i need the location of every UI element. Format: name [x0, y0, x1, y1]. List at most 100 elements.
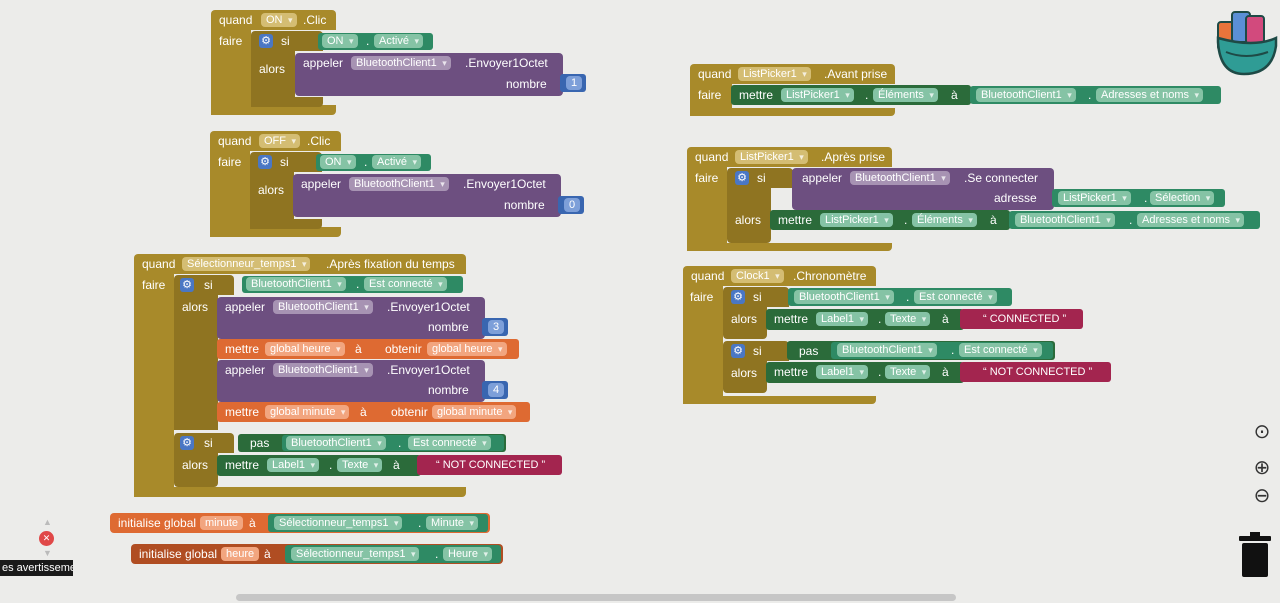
- gear-icon[interactable]: ⚙: [731, 290, 745, 304]
- arrow-up-icon[interactable]: ▲: [43, 518, 52, 527]
- set-component[interactable]: ListPicker1: [781, 88, 854, 102]
- number-value[interactable]: 0: [564, 198, 581, 212]
- getter-component[interactable]: BluetoothClient1: [286, 436, 386, 450]
- off-number-block[interactable]: 0: [558, 196, 584, 214]
- label-component[interactable]: Label1: [816, 365, 869, 379]
- set-property[interactable]: Éléments: [912, 213, 977, 227]
- timer-call-send-byte-4[interactable]: appeler BluetoothClient1 .Envoyer1Octet …: [217, 360, 485, 402]
- call-component[interactable]: BluetoothClient1: [349, 177, 449, 191]
- set-listpicker-elements[interactable]: mettre ListPicker1 . Éléments à: [731, 85, 971, 105]
- getter-property[interactable]: Est connecté: [408, 436, 491, 450]
- backpack-icon[interactable]: [1214, 8, 1278, 78]
- zoom-out-minus-icon[interactable]: ⊖: [1249, 484, 1275, 510]
- getter-property[interactable]: Heure: [443, 547, 492, 561]
- label-property[interactable]: Texte: [885, 365, 931, 379]
- set-label-text[interactable]: mettre Label1 . Texte à: [217, 455, 421, 476]
- set-listpicker-elements-2[interactable]: mettre ListPicker1 . Éléments à: [770, 210, 1010, 230]
- text-value[interactable]: “ NOT CONNECTED ”: [431, 458, 550, 472]
- text-value[interactable]: “ NOT CONNECTED ”: [978, 365, 1097, 379]
- off-enabled-getter[interactable]: ON . Activé: [316, 154, 431, 171]
- horizontal-scrollbar[interactable]: [236, 594, 956, 601]
- on-enabled-getter[interactable]: ON . Activé: [318, 33, 433, 50]
- off-call-send-byte[interactable]: appeler BluetoothClient1 .Envoyer1Octet …: [293, 174, 561, 217]
- gear-icon[interactable]: ⚙: [731, 344, 745, 358]
- trash-icon[interactable]: [1238, 532, 1272, 578]
- getter-property[interactable]: Minute: [426, 516, 479, 530]
- lp-after-if-block[interactable]: ⚙ si alors: [727, 168, 793, 243]
- set-global-heure[interactable]: mettre global heure à obtenir global heu…: [217, 339, 519, 359]
- getter-property[interactable]: Sélection: [1150, 191, 1215, 205]
- timer-connected-getter-2[interactable]: BluetoothClient1 . Est connecté: [282, 435, 504, 451]
- timer-connected-getter[interactable]: BluetoothClient1 . Est connecté: [242, 276, 463, 293]
- getter-property[interactable]: Activé: [374, 34, 423, 48]
- number-value[interactable]: 1: [566, 76, 583, 90]
- text-not-connected-block[interactable]: “ NOT CONNECTED ”: [417, 455, 562, 475]
- recenter-target-icon[interactable]: ⊙: [1249, 420, 1275, 446]
- off-component-dropdown[interactable]: OFF: [259, 134, 300, 148]
- bt-connect-call[interactable]: appeler BluetoothClient1 .Se connecter a…: [792, 168, 1054, 210]
- getter-property[interactable]: Adresses et noms: [1137, 213, 1245, 227]
- call-component[interactable]: BluetoothClient1: [273, 300, 373, 314]
- number-3-block[interactable]: 3: [482, 318, 508, 336]
- call-component[interactable]: BluetoothClient1: [273, 363, 373, 377]
- warnings-indicator[interactable]: ▲ ✕ ▼ es avertisseme: [0, 516, 75, 578]
- number-value[interactable]: 3: [488, 320, 505, 334]
- on-number-block[interactable]: 1: [560, 74, 586, 92]
- timer-component-dropdown[interactable]: Sélectionneur_temps1: [182, 257, 311, 271]
- set-variable-dropdown[interactable]: global heure: [265, 342, 345, 356]
- get-variable-dropdown[interactable]: global heure: [427, 342, 507, 356]
- getter-component[interactable]: ListPicker1: [1058, 191, 1131, 205]
- getter-component[interactable]: Sélectionneur_temps1: [274, 516, 403, 530]
- getter-component[interactable]: BluetoothClient1: [976, 88, 1076, 102]
- number-4-block[interactable]: 4: [482, 381, 508, 399]
- gear-icon[interactable]: ⚙: [735, 171, 749, 185]
- gear-icon[interactable]: ⚙: [259, 34, 273, 48]
- set-component[interactable]: ListPicker1: [820, 213, 893, 227]
- listpicker-dropdown[interactable]: ListPicker1: [738, 67, 811, 81]
- getter-property[interactable]: Est connecté: [364, 277, 447, 291]
- text-not-connected-block-2[interactable]: “ NOT CONNECTED ”: [960, 362, 1111, 382]
- variable-name[interactable]: heure: [221, 547, 260, 561]
- error-close-icon[interactable]: ✕: [39, 531, 54, 546]
- clock-connected-getter[interactable]: BluetoothClient1 . Est connecté: [788, 288, 1012, 306]
- clock-connected-getter-2[interactable]: BluetoothClient1 . Est connecté: [831, 342, 1053, 359]
- listpicker-dropdown[interactable]: ListPicker1: [735, 150, 808, 164]
- getter-component[interactable]: ON: [320, 155, 356, 169]
- getter-property[interactable]: Est connecté: [914, 290, 997, 304]
- gear-icon[interactable]: ⚙: [258, 155, 272, 169]
- lp-selection-getter[interactable]: ListPicker1 . Sélection: [1052, 189, 1225, 207]
- on-call-send-byte[interactable]: appeler BluetoothClient1 .Envoyer1Octet …: [295, 53, 563, 96]
- arrow-down-icon[interactable]: ▼: [43, 549, 52, 558]
- zoom-in-plus-icon[interactable]: ⊕: [1249, 456, 1275, 482]
- bt-addresses-getter[interactable]: BluetoothClient1 . Adresses et noms: [970, 86, 1221, 104]
- getter-component[interactable]: Sélectionneur_temps1: [291, 547, 420, 561]
- get-variable-dropdown[interactable]: global minute: [432, 405, 517, 419]
- getter-component[interactable]: ON: [322, 34, 358, 48]
- label-property[interactable]: Texte: [885, 312, 931, 326]
- set-label-not-connected[interactable]: mettre Label1 . Texte à: [766, 362, 964, 383]
- clock-dropdown[interactable]: Clock1: [731, 269, 784, 283]
- set-property[interactable]: Éléments: [873, 88, 938, 102]
- init-minute-getter[interactable]: Sélectionneur_temps1 . Minute: [268, 514, 488, 532]
- getter-component[interactable]: BluetoothClient1: [794, 290, 894, 304]
- getter-component[interactable]: BluetoothClient1: [837, 343, 937, 357]
- on-component-dropdown[interactable]: ON: [261, 13, 297, 27]
- label-property[interactable]: Texte: [337, 458, 383, 472]
- set-global-minute[interactable]: mettre global minute à obtenir global mi…: [217, 402, 530, 422]
- getter-component[interactable]: BluetoothClient1: [1015, 213, 1115, 227]
- bt-addresses-getter-2[interactable]: BluetoothClient1 . Adresses et noms: [1009, 211, 1260, 229]
- set-label-connected[interactable]: mettre Label1 . Texte à: [766, 309, 964, 330]
- text-value[interactable]: “ CONNECTED ”: [978, 312, 1071, 326]
- number-value[interactable]: 4: [488, 383, 505, 397]
- variable-name[interactable]: minute: [200, 516, 244, 530]
- getter-component[interactable]: BluetoothClient1: [246, 277, 346, 291]
- call-component[interactable]: BluetoothClient1: [351, 56, 451, 70]
- getter-property[interactable]: Adresses et noms: [1096, 88, 1204, 102]
- timer-call-send-byte-3[interactable]: appeler BluetoothClient1 .Envoyer1Octet …: [217, 297, 485, 339]
- set-variable-dropdown[interactable]: global minute: [265, 405, 350, 419]
- call-component[interactable]: BluetoothClient1: [850, 171, 950, 185]
- label-component[interactable]: Label1: [267, 458, 320, 472]
- gear-icon[interactable]: ⚙: [180, 278, 194, 292]
- getter-property[interactable]: Activé: [372, 155, 421, 169]
- init-heure-getter[interactable]: Sélectionneur_temps1 . Heure: [285, 545, 501, 563]
